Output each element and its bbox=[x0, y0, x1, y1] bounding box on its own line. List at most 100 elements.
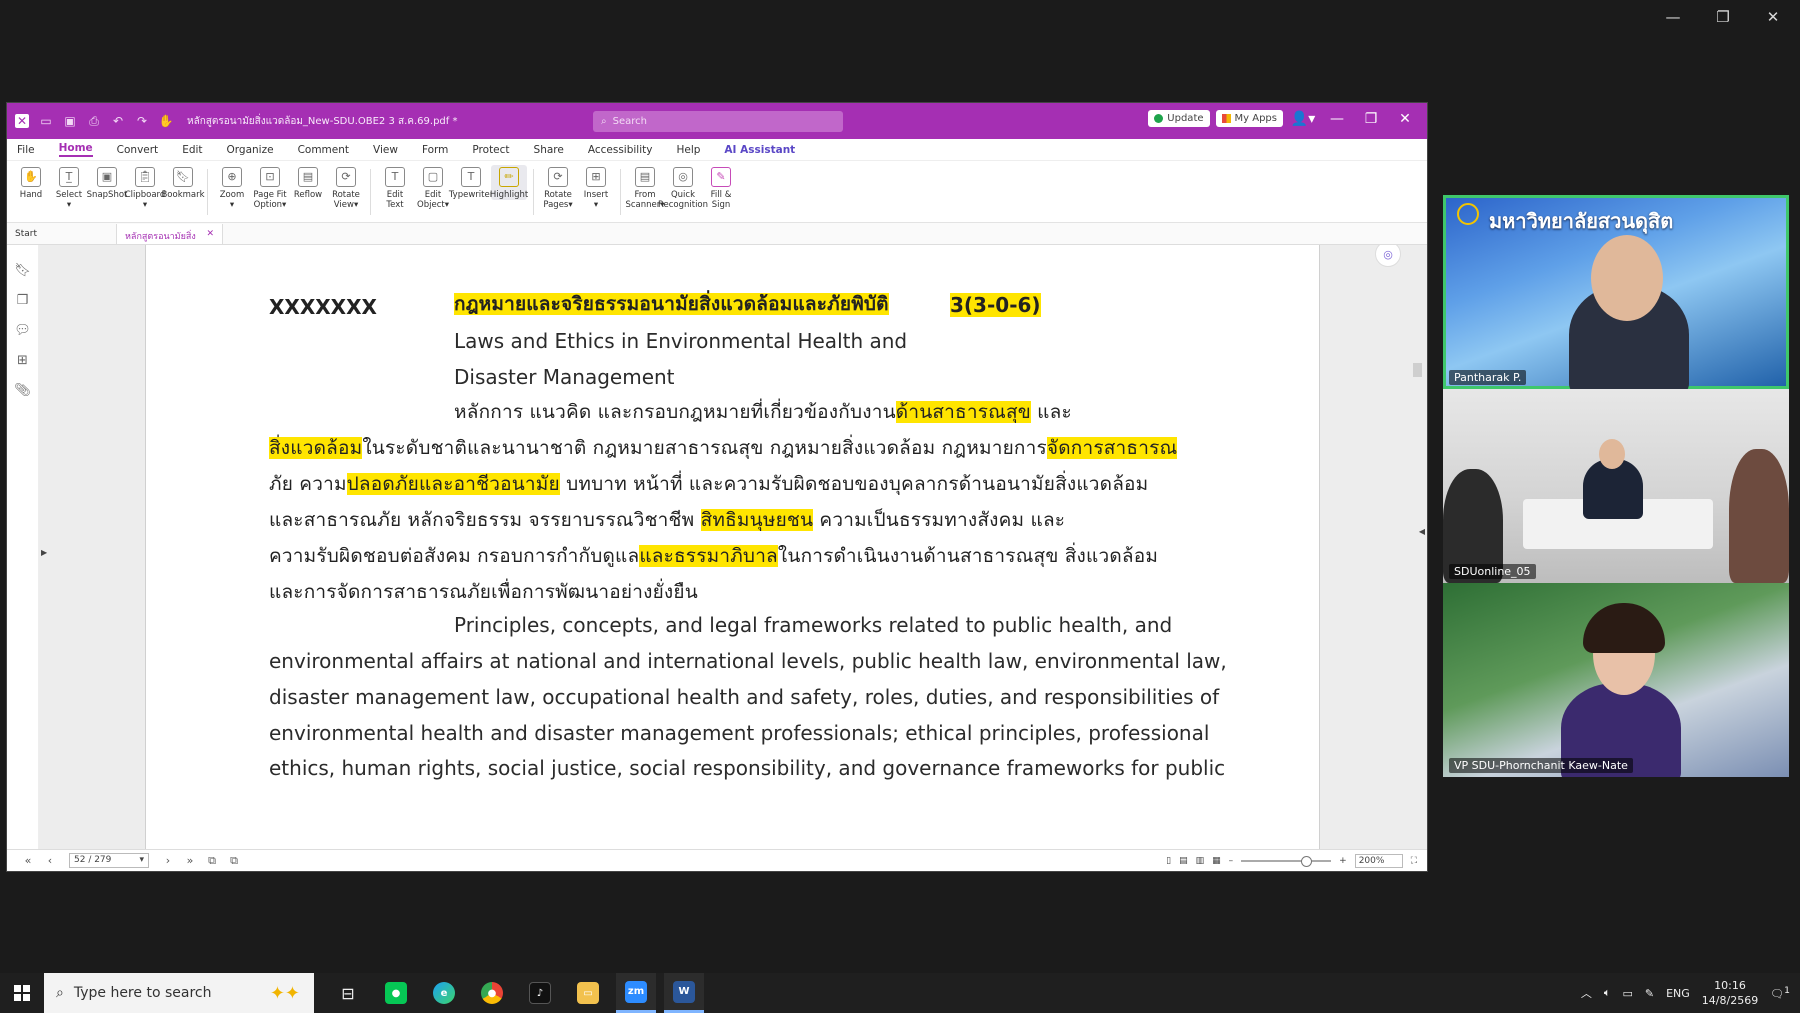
vertical-scrollbar[interactable] bbox=[1413, 253, 1422, 847]
minimize-button[interactable]: — bbox=[1660, 8, 1686, 26]
notification-icon[interactable]: 🗨︎1 bbox=[1770, 985, 1790, 1001]
account-icon[interactable]: 👤▾ bbox=[1289, 111, 1317, 127]
menu-item-help[interactable]: Help bbox=[676, 144, 700, 156]
tab-start[interactable]: Start bbox=[7, 224, 117, 244]
snapshot-icon: ▣ bbox=[97, 167, 117, 187]
tool-rotate-view[interactable]: ⟳ Rotate View▾ bbox=[328, 165, 364, 210]
pages-icon[interactable]: ❒ bbox=[17, 293, 29, 308]
line-app-button[interactable]: ● bbox=[376, 973, 416, 1013]
my-apps-button[interactable]: My Apps bbox=[1215, 110, 1283, 127]
app-minimize-button[interactable]: — bbox=[1323, 111, 1351, 127]
tool-highlight[interactable]: ✏︎ Highlight bbox=[490, 165, 528, 200]
menu-item-file[interactable]: File bbox=[17, 144, 35, 156]
zoom-app-button[interactable]: zm bbox=[616, 973, 656, 1013]
tool-reflow[interactable]: ▤ Reflow bbox=[290, 165, 326, 200]
zoom-slider[interactable] bbox=[1241, 855, 1332, 867]
zoom-in-icon[interactable]: + bbox=[1339, 856, 1347, 866]
update-button[interactable]: Update bbox=[1148, 110, 1210, 127]
tool-typewriter[interactable]: T Typewriter bbox=[449, 165, 493, 200]
document-viewer[interactable]: ▶ XXXXXXX กฎหมายและจริยธรรมอนามัยสิ่งแวด… bbox=[39, 245, 1427, 849]
task-view-button[interactable]: ⊟ bbox=[328, 973, 368, 1013]
tool-label: From bbox=[634, 190, 656, 200]
hand-dropdown-icon[interactable]: ✋ bbox=[159, 114, 174, 128]
close-tab-icon[interactable]: ✕ bbox=[206, 229, 214, 239]
redo-icon[interactable]: ↷ bbox=[135, 114, 149, 128]
tool-page-fit-option[interactable]: ⊡ Page Fit Option▾ bbox=[252, 165, 288, 210]
thai-line: และการจัดการสาธารณภัยเพื่อการพัฒนาอย่างย… bbox=[269, 577, 698, 607]
comments-icon[interactable]: 💬︎ bbox=[14, 323, 31, 338]
continuous-view-icon[interactable]: ▤ bbox=[1179, 856, 1188, 866]
print-icon[interactable]: ⎙ bbox=[87, 114, 101, 128]
menu-item-comment[interactable]: Comment bbox=[298, 144, 349, 156]
single-page-view-icon[interactable]: ▯ bbox=[1166, 856, 1171, 866]
menu-item-view[interactable]: View bbox=[373, 144, 398, 156]
tool-select[interactable]: T̲ Select ▾ bbox=[51, 165, 87, 210]
two-page-continuous-icon[interactable]: ▦ bbox=[1212, 856, 1221, 866]
tool-edit-object[interactable]: ▢ Edit Object▾ bbox=[415, 165, 451, 210]
menu-item-protect[interactable]: Protect bbox=[472, 144, 509, 156]
ai-assistant-float-icon[interactable]: ◎ bbox=[1375, 245, 1401, 267]
menu-item-ai-assistant[interactable]: AI Assistant bbox=[724, 144, 795, 156]
undo-icon[interactable]: ↶ bbox=[111, 114, 125, 128]
participant-tile-2[interactable]: SDUonline_05 bbox=[1443, 389, 1789, 583]
word-app-button[interactable]: W bbox=[664, 973, 704, 1013]
scrollbar-thumb[interactable] bbox=[1413, 363, 1422, 377]
tab-document[interactable]: หลักสูตรอนามัยสิ่งแวดล้อ... ✕ bbox=[117, 224, 223, 256]
menu-item-accessibility[interactable]: Accessibility bbox=[588, 144, 653, 156]
tool-snapshot[interactable]: ▣ SnapShot bbox=[87, 165, 127, 200]
language-indicator[interactable]: ENG bbox=[1666, 987, 1690, 1000]
volume-icon[interactable]: 🔈︎ bbox=[1604, 986, 1611, 1000]
app-restore-button[interactable]: ❐ bbox=[1357, 111, 1385, 127]
chrome-app-button[interactable]: ● bbox=[472, 973, 512, 1013]
start-button[interactable] bbox=[0, 973, 44, 1013]
menu-item-convert[interactable]: Convert bbox=[117, 144, 159, 156]
tool-edit-text[interactable]: T Edit Text bbox=[377, 165, 413, 210]
file-explorer-button[interactable]: ▭ bbox=[568, 973, 608, 1013]
taskbar-search[interactable]: ⌕ Type here to search ✦✦ bbox=[44, 973, 314, 1013]
tool-insert[interactable]: ⊞ Insert ▾ bbox=[578, 165, 614, 210]
close-button[interactable]: ✕ bbox=[1760, 8, 1786, 26]
restore-button[interactable]: ❐ bbox=[1710, 8, 1736, 26]
zoom-level-field[interactable]: 200% bbox=[1354, 853, 1403, 868]
edge-app-button[interactable]: e bbox=[424, 973, 464, 1013]
zoom-app-icon: zm bbox=[625, 980, 647, 1003]
open-folder-icon[interactable]: ▭ bbox=[39, 114, 53, 128]
save-icon[interactable]: ▣ bbox=[63, 114, 77, 128]
app-close-button[interactable]: ✕ bbox=[1391, 111, 1419, 127]
tool-clipboard[interactable]: 📋︎ Clipboard ▾ bbox=[125, 165, 165, 210]
tool-fill-sign[interactable]: ✎ Fill & Sign bbox=[703, 165, 739, 210]
menu-item-edit[interactable]: Edit bbox=[182, 144, 202, 156]
clock[interactable]: 10:16 14/8/2569 bbox=[1702, 978, 1758, 1008]
prev-page-icon[interactable]: ‹ bbox=[39, 854, 61, 867]
menu-item-share[interactable]: Share bbox=[534, 144, 564, 156]
tool-hand[interactable]: ✋ Hand bbox=[13, 165, 49, 200]
layers-icon[interactable]: ⊞ bbox=[17, 353, 28, 368]
paste-page-icon[interactable]: ⧉ bbox=[223, 854, 245, 868]
bookmark-icon[interactable]: 🔖︎ bbox=[14, 263, 31, 278]
thai-line: สิ่งแวดล้อมในระดับชาติและนานาชาติ กฎหมาย… bbox=[269, 433, 1178, 463]
zoom-out-icon[interactable]: – bbox=[1229, 856, 1234, 866]
participant-tile-1[interactable]: มหาวิทยาลัยสวนดุสิต Pantharak P. bbox=[1443, 195, 1789, 389]
tool-quick-recognition[interactable]: ◎ Quick Recognition bbox=[658, 165, 708, 210]
two-page-view-icon[interactable]: ▥ bbox=[1196, 856, 1205, 866]
expand-left-panel-icon[interactable]: ▶ bbox=[41, 548, 47, 557]
participant-tile-3[interactable]: VP SDU-Phornchanit Kaew-Nate bbox=[1443, 583, 1789, 777]
search-box[interactable]: ⌕ Search bbox=[593, 111, 843, 132]
tray-overflow-icon[interactable]: ︿ bbox=[1581, 985, 1592, 1001]
tool-bookmark[interactable]: 🔖︎ Bookmark bbox=[161, 165, 205, 200]
tool-zoom[interactable]: ⊕ Zoom ▾ bbox=[214, 165, 250, 210]
pen-icon[interactable]: ✎ bbox=[1645, 987, 1654, 1000]
tool-rotate-pages[interactable]: ⟳ Rotate Pages▾ bbox=[540, 165, 576, 210]
last-page-icon[interactable]: » bbox=[179, 854, 201, 867]
menu-item-organize[interactable]: Organize bbox=[227, 144, 274, 156]
page-number-field[interactable]: 52 / 279 ▾ bbox=[69, 853, 149, 868]
network-icon[interactable]: ▭ bbox=[1622, 987, 1632, 1000]
menu-item-form[interactable]: Form bbox=[422, 144, 448, 156]
copy-page-icon[interactable]: ⧉ bbox=[201, 854, 223, 868]
tiktok-app-button[interactable]: ♪ bbox=[520, 973, 560, 1013]
first-page-icon[interactable]: « bbox=[17, 854, 39, 867]
menu-item-home[interactable]: Home bbox=[58, 142, 93, 157]
next-page-icon[interactable]: › bbox=[157, 854, 179, 867]
fullscreen-icon[interactable]: ⛶ bbox=[1411, 856, 1417, 866]
attachment-icon[interactable]: 📎︎ bbox=[14, 383, 31, 398]
